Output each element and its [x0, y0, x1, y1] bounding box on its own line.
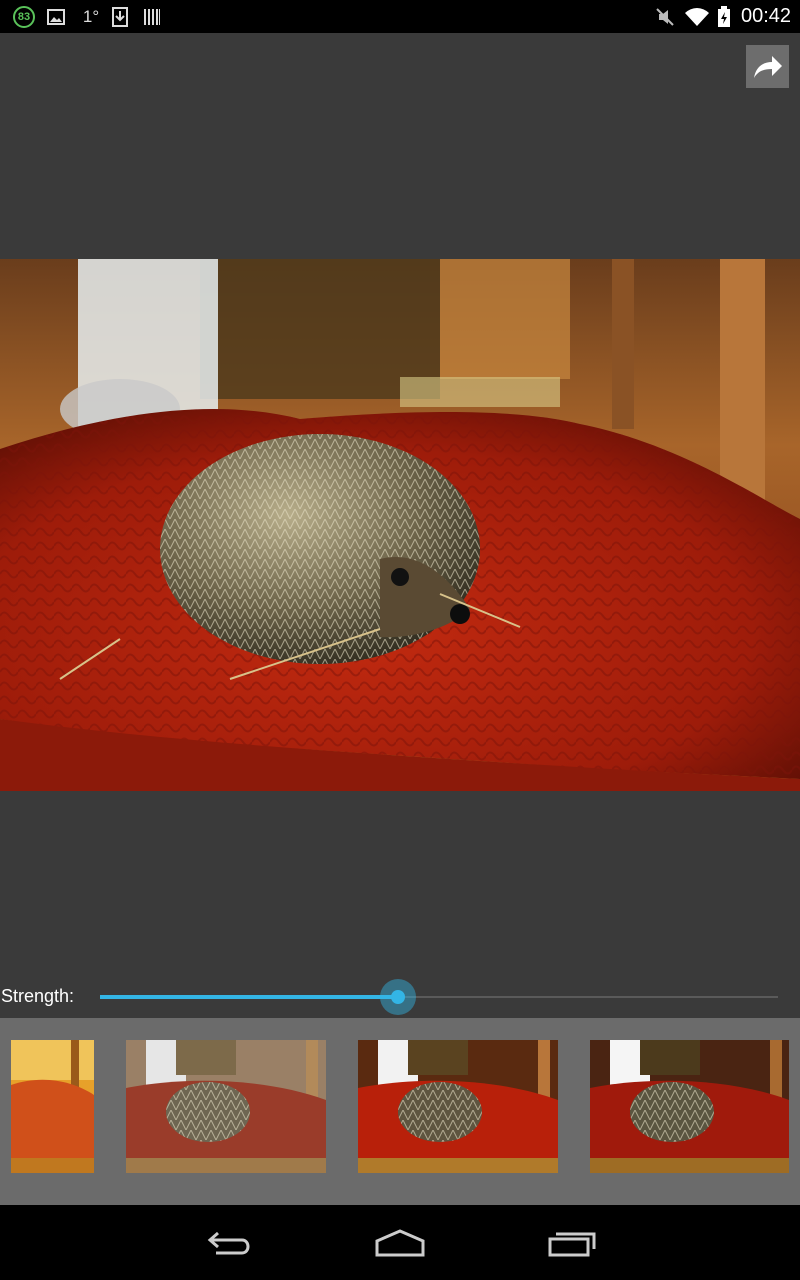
status-clock: 00:42: [738, 0, 794, 33]
home-button[interactable]: [368, 1223, 432, 1263]
filter-faded-preview: [126, 1040, 326, 1173]
home-icon: [375, 1229, 425, 1257]
share-button[interactable]: [746, 45, 789, 88]
filter-contrast-thumbnail[interactable]: [590, 1040, 789, 1173]
mute-icon: [654, 0, 676, 33]
strength-slider-fill: [100, 995, 399, 999]
temperature-indicator: 1°: [80, 0, 102, 33]
recents-button[interactable]: [540, 1223, 604, 1263]
strength-slider-thumb[interactable]: [380, 979, 417, 1015]
battery-icon: [716, 0, 732, 33]
share-icon: [753, 55, 782, 78]
gallery-icon: [46, 0, 66, 33]
filter-warm-thumbnail[interactable]: [11, 1040, 94, 1173]
filter-warm-preview: [11, 1040, 94, 1173]
recents-icon: [548, 1232, 596, 1257]
temperature-value: 1°: [82, 6, 100, 26]
navigation-bar: [0, 1205, 800, 1280]
barcode-icon: [142, 0, 162, 33]
back-icon: [207, 1231, 250, 1255]
back-button[interactable]: [198, 1223, 262, 1263]
filter-faded-thumbnail[interactable]: [126, 1040, 326, 1173]
photo-preview: [0, 259, 800, 791]
filter-vivid-preview: [358, 1040, 558, 1173]
clock-time: 00:42: [740, 5, 792, 27]
filter-strip: [0, 1018, 800, 1205]
strength-control: Strength:: [0, 970, 800, 1022]
battery-level-value: 83: [13, 5, 35, 28]
battery-level-indicator: 83: [12, 0, 36, 33]
filter-contrast-preview: [590, 1040, 789, 1173]
photo-editor-screen: 83 1° 00:42 Strength:: [0, 0, 800, 1280]
status-bar: 83 1° 00:42: [0, 0, 800, 33]
hedgehog-photo: [0, 259, 800, 791]
strength-label: Strength:: [1, 986, 75, 1006]
slider-thumb-core: [391, 990, 406, 1004]
wifi-icon: [684, 0, 710, 33]
filter-vivid-thumbnail[interactable]: [358, 1040, 558, 1173]
download-icon: [110, 0, 130, 33]
